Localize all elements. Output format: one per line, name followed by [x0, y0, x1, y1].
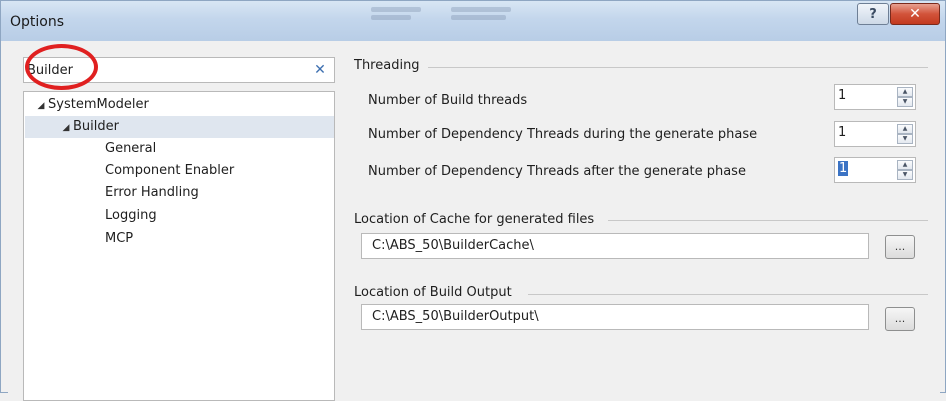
spin-down-arrow-icon[interactable]: ▼: [897, 97, 913, 107]
spinner-value-selected[interactable]: 1: [838, 161, 849, 176]
spin-up-arrow-icon[interactable]: ▲: [897, 124, 913, 134]
spinner-value[interactable]: 1: [838, 125, 846, 140]
options-tree: ◢ SystemModeler ◢ Builder General Componen…: [23, 91, 335, 401]
client-area: ✕ ◢SystemModeler ◢Builder General Compon…: [8, 41, 940, 401]
tree-node-builder[interactable]: ◢ Builder: [25, 116, 334, 138]
expanded-triangle-icon[interactable]: ◢: [34, 95, 48, 117]
dependency-threads-during-spinner[interactable]: 1 ▲ ▼: [834, 121, 916, 147]
dependency-threads-after-spinner[interactable]: 1 ▲ ▼: [834, 157, 916, 183]
close-button[interactable]: ✕: [890, 3, 940, 25]
threading-group-label: Threading: [354, 58, 426, 73]
options-window: Options ? ✕ ✕ ◢SystemModeler ◢Builder Ge…: [0, 0, 946, 401]
build-threads-label: Number of Build threads: [368, 93, 528, 108]
tree-node-component-enabler[interactable]: Component Enabler: [105, 160, 234, 182]
clear-x-icon: ✕: [314, 62, 326, 78]
tree-node-systemmodeler[interactable]: ◢ SystemModeler: [34, 94, 149, 116]
title-bar[interactable]: Options ? ✕: [1, 1, 945, 41]
tree-node-error-handling[interactable]: Error Handling: [105, 182, 199, 204]
spin-down-arrow-icon[interactable]: ▼: [897, 134, 913, 144]
dependency-threads-during-label: Number of Dependency Threads during the …: [368, 127, 758, 142]
close-x-icon: ✕: [909, 6, 921, 22]
search-box: ✕: [23, 57, 335, 83]
cache-path-field[interactable]: C:\ABS_50\BuilderCache\: [361, 233, 869, 259]
build-threads-spinner[interactable]: 1 ▲ ▼: [834, 84, 916, 110]
threading-group-line: [428, 67, 928, 68]
expanded-triangle-icon[interactable]: ◢: [59, 117, 73, 139]
output-group-label: Location of Build Output: [354, 285, 518, 300]
window-title: Options: [10, 14, 65, 30]
cache-group-label: Location of Cache for generated files: [354, 212, 601, 227]
spin-down-arrow-icon[interactable]: ▼: [897, 170, 913, 180]
spin-up-arrow-icon[interactable]: ▲: [897, 160, 913, 170]
tree-node-mcp[interactable]: MCP: [105, 228, 133, 250]
help-button[interactable]: ?: [857, 3, 889, 25]
output-browse-button[interactable]: ...: [885, 307, 915, 331]
cache-browse-button[interactable]: ...: [885, 235, 915, 259]
clear-search-button[interactable]: ✕: [312, 61, 328, 79]
output-path-field[interactable]: C:\ABS_50\BuilderOutput\: [361, 304, 869, 330]
output-group-line: [528, 294, 928, 295]
tree-node-label: SystemModeler: [48, 97, 149, 112]
dependency-threads-after-label: Number of Dependency Threads after the g…: [368, 164, 746, 179]
spin-up-arrow-icon[interactable]: ▲: [897, 87, 913, 97]
question-mark-icon: ?: [869, 6, 877, 22]
search-input[interactable]: [27, 59, 297, 81]
spinner-value[interactable]: 1: [838, 88, 846, 103]
tree-node-logging[interactable]: Logging: [105, 205, 157, 227]
cache-group-line: [608, 220, 928, 221]
tree-node-general[interactable]: General: [105, 138, 156, 160]
tree-node-label: Builder: [73, 119, 119, 134]
